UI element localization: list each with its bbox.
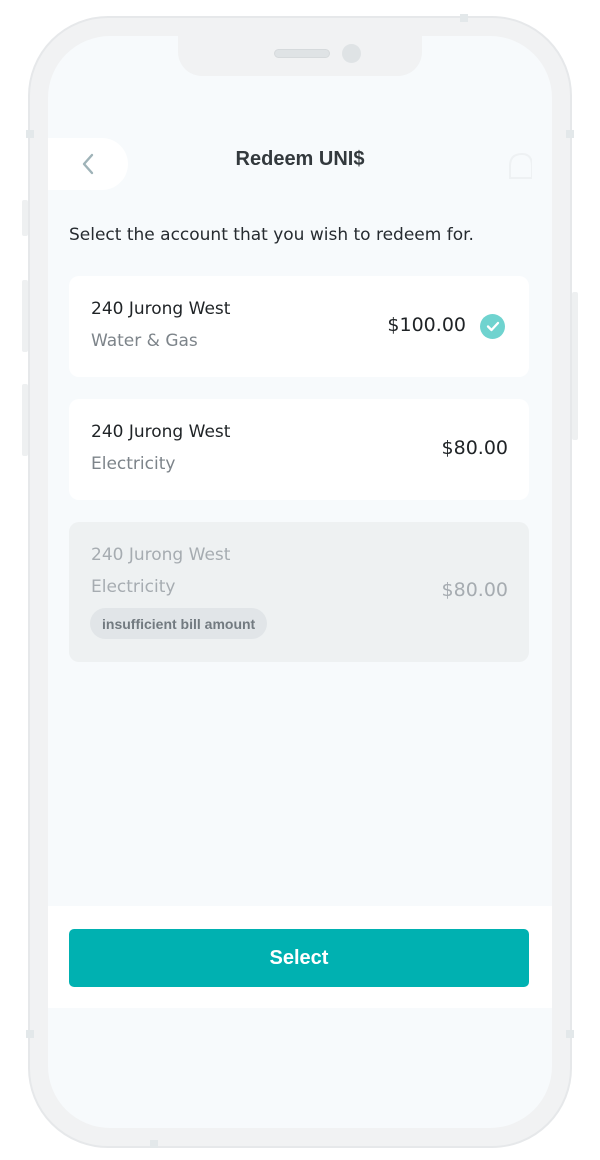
bottom-bar: Select <box>48 906 552 1008</box>
account-type: Electricity <box>91 577 176 597</box>
account-name: 240 Jurong West <box>91 545 231 565</box>
side-button <box>22 280 28 352</box>
notch <box>178 36 422 76</box>
phone-screen: Redeem UNI$ Select the account that you … <box>48 36 552 1128</box>
instruction-text: Select the account that you wish to rede… <box>69 225 474 245</box>
account-card[interactable]: 240 Jurong West Electricity $80.00 <box>69 399 529 500</box>
check-icon <box>480 314 505 339</box>
account-amount: $100.00 <box>387 314 466 336</box>
account-name: 240 Jurong West <box>91 422 231 442</box>
account-card-disabled: 240 Jurong West Electricity $80.00 insuf… <box>69 522 529 662</box>
speaker <box>274 49 330 58</box>
front-camera <box>342 44 361 63</box>
account-type: Water & Gas <box>91 331 198 351</box>
side-button <box>22 200 28 236</box>
frame-mark <box>460 14 468 22</box>
account-card[interactable]: 240 Jurong West Water & Gas $100.00 <box>69 276 529 377</box>
select-button[interactable]: Select <box>69 929 529 987</box>
insufficient-badge: insufficient bill amount <box>90 608 268 639</box>
frame-mark <box>150 1140 158 1148</box>
bell-icon[interactable] <box>502 146 532 190</box>
side-button <box>572 292 578 440</box>
frame-mark <box>26 130 34 138</box>
side-button <box>22 384 28 456</box>
account-amount: $80.00 <box>441 579 508 601</box>
frame-mark <box>566 130 574 138</box>
account-name: 240 Jurong West <box>91 299 231 319</box>
frame-mark <box>26 1030 34 1038</box>
page-title: Redeem UNI$ <box>235 148 365 170</box>
account-type: Electricity <box>91 454 176 474</box>
frame-mark <box>566 1030 574 1038</box>
account-amount: $80.00 <box>441 437 508 459</box>
